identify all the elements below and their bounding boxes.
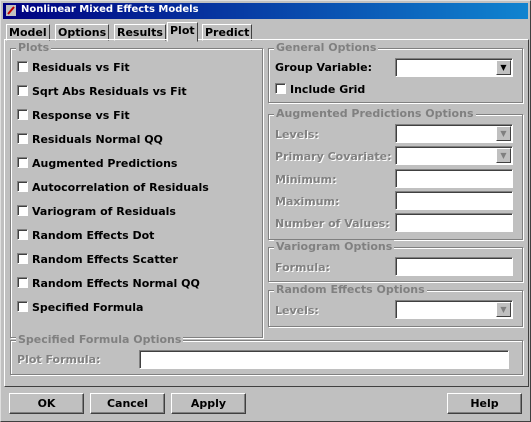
primary-covariate-label: Primary Covariate: xyxy=(275,150,392,163)
random-effects-options-legend: Random Effects Options xyxy=(274,283,427,296)
apply-button[interactable]: Apply xyxy=(171,393,246,414)
variogram-options-group: Variogram Options Formula: xyxy=(268,240,523,282)
minimum-input[interactable] xyxy=(395,169,513,188)
augmented-options-legend: Augmented Predictions Options xyxy=(274,107,476,120)
checkbox-label: Augmented Predictions xyxy=(32,157,178,170)
checkbox-box[interactable] xyxy=(17,253,28,264)
ok-button[interactable]: OK xyxy=(9,393,84,414)
re-levels-select[interactable]: ▼ xyxy=(395,300,513,319)
number-of-values-label: Number of Values: xyxy=(275,217,390,230)
checkbox-box[interactable] xyxy=(17,133,28,144)
checkbox-box[interactable] xyxy=(17,181,28,192)
residuals-normal-qq-checkbox[interactable]: Residuals Normal QQ xyxy=(17,133,163,147)
checkbox-box[interactable] xyxy=(17,109,28,120)
checkbox-label: Include Grid xyxy=(290,83,366,96)
tab-label: Predict xyxy=(205,26,250,39)
cancel-button[interactable]: Cancel xyxy=(90,393,165,414)
checkbox-label: Random Effects Normal QQ xyxy=(32,277,200,290)
tab-label: Results xyxy=(117,26,163,39)
autocorrelation-checkbox[interactable]: Autocorrelation of Residuals xyxy=(17,181,209,195)
formula-label: Formula: xyxy=(275,261,330,274)
general-options-legend: General Options xyxy=(274,41,379,54)
augmented-options-group: Augmented Predictions Options Levels: ▼ … xyxy=(268,107,523,240)
tab-label: Options xyxy=(58,26,107,39)
specified-formula-checkbox[interactable]: Specified Formula xyxy=(17,301,143,315)
checkbox-label: Variogram of Residuals xyxy=(32,205,176,218)
checkbox-box[interactable] xyxy=(17,301,28,312)
maximum-input[interactable] xyxy=(395,191,513,210)
plot-formula-label: Plot Formula: xyxy=(17,353,101,366)
plot-tab-panel: Plots Residuals vs Fit Sqrt Abs Residual… xyxy=(4,39,529,387)
general-options-group: General Options Group Variable: ▼ Includ… xyxy=(268,41,523,103)
levels-label: Levels: xyxy=(275,128,319,141)
sqrt-abs-residuals-checkbox[interactable]: Sqrt Abs Residuals vs Fit xyxy=(17,85,187,99)
random-effects-options-group: Random Effects Options Levels: ▼ xyxy=(268,283,523,327)
checkbox-box[interactable] xyxy=(17,229,28,240)
checkbox-label: Residuals Normal QQ xyxy=(32,133,163,146)
tab-label: Plot xyxy=(170,24,195,37)
variogram-formula-input[interactable] xyxy=(395,257,513,276)
maximum-label: Maximum: xyxy=(275,195,340,208)
chevron-down-icon[interactable]: ▼ xyxy=(496,60,511,75)
dialog-window: Nonlinear Mixed Effects Models Model Opt… xyxy=(0,0,531,422)
specified-formula-options-legend: Specified Formula Options xyxy=(16,333,184,346)
group-variable-label: Group Variable: xyxy=(275,61,373,74)
checkbox-box[interactable] xyxy=(17,205,28,216)
app-icon xyxy=(6,5,16,16)
chevron-down-icon[interactable]: ▼ xyxy=(496,302,511,317)
checkbox-box[interactable] xyxy=(275,83,286,94)
residuals-vs-fit-checkbox[interactable]: Residuals vs Fit xyxy=(17,61,130,75)
tab-plot[interactable]: Plot xyxy=(167,22,198,42)
levels-select[interactable]: ▼ xyxy=(395,124,513,143)
checkbox-label: Response vs Fit xyxy=(32,109,130,122)
minimum-label: Minimum: xyxy=(275,173,337,186)
response-vs-fit-checkbox[interactable]: Response vs Fit xyxy=(17,109,130,123)
checkbox-label: Autocorrelation of Residuals xyxy=(32,181,209,194)
re-levels-label: Levels: xyxy=(275,304,319,317)
plots-group: Plots Residuals vs Fit Sqrt Abs Residual… xyxy=(10,41,263,338)
checkbox-label: Random Effects Dot xyxy=(32,229,155,242)
variogram-options-legend: Variogram Options xyxy=(274,240,395,253)
random-effects-normal-qq-checkbox[interactable]: Random Effects Normal QQ xyxy=(17,277,200,291)
augmented-predictions-checkbox[interactable]: Augmented Predictions xyxy=(17,157,177,171)
help-button[interactable]: Help xyxy=(447,393,522,414)
checkbox-box[interactable] xyxy=(17,85,28,96)
checkbox-box[interactable] xyxy=(17,277,28,288)
chevron-down-icon[interactable]: ▼ xyxy=(496,126,511,141)
chevron-down-icon[interactable]: ▼ xyxy=(496,148,511,163)
title-bar[interactable]: Nonlinear Mixed Effects Models xyxy=(3,3,528,19)
checkbox-label: Specified Formula xyxy=(32,301,144,314)
random-effects-dot-checkbox[interactable]: Random Effects Dot xyxy=(17,229,154,243)
number-of-values-input[interactable] xyxy=(395,213,513,232)
plots-legend: Plots xyxy=(16,41,52,54)
checkbox-box[interactable] xyxy=(17,61,28,72)
checkbox-label: Random Effects Scatter xyxy=(32,253,178,266)
tab-label: Model xyxy=(9,26,47,39)
primary-covariate-select[interactable]: ▼ xyxy=(395,146,513,165)
window-title: Nonlinear Mixed Effects Models xyxy=(21,4,199,15)
plot-formula-input[interactable] xyxy=(139,350,509,369)
specified-formula-options-group: Specified Formula Options Plot Formula: xyxy=(10,333,523,375)
checkbox-label: Sqrt Abs Residuals vs Fit xyxy=(32,85,187,98)
include-grid-checkbox[interactable]: Include Grid xyxy=(275,83,365,97)
checkbox-box[interactable] xyxy=(17,157,28,168)
group-variable-select[interactable]: ▼ xyxy=(395,58,513,77)
checkbox-label: Residuals vs Fit xyxy=(32,61,130,74)
random-effects-scatter-checkbox[interactable]: Random Effects Scatter xyxy=(17,253,178,267)
variogram-checkbox[interactable]: Variogram of Residuals xyxy=(17,205,176,219)
